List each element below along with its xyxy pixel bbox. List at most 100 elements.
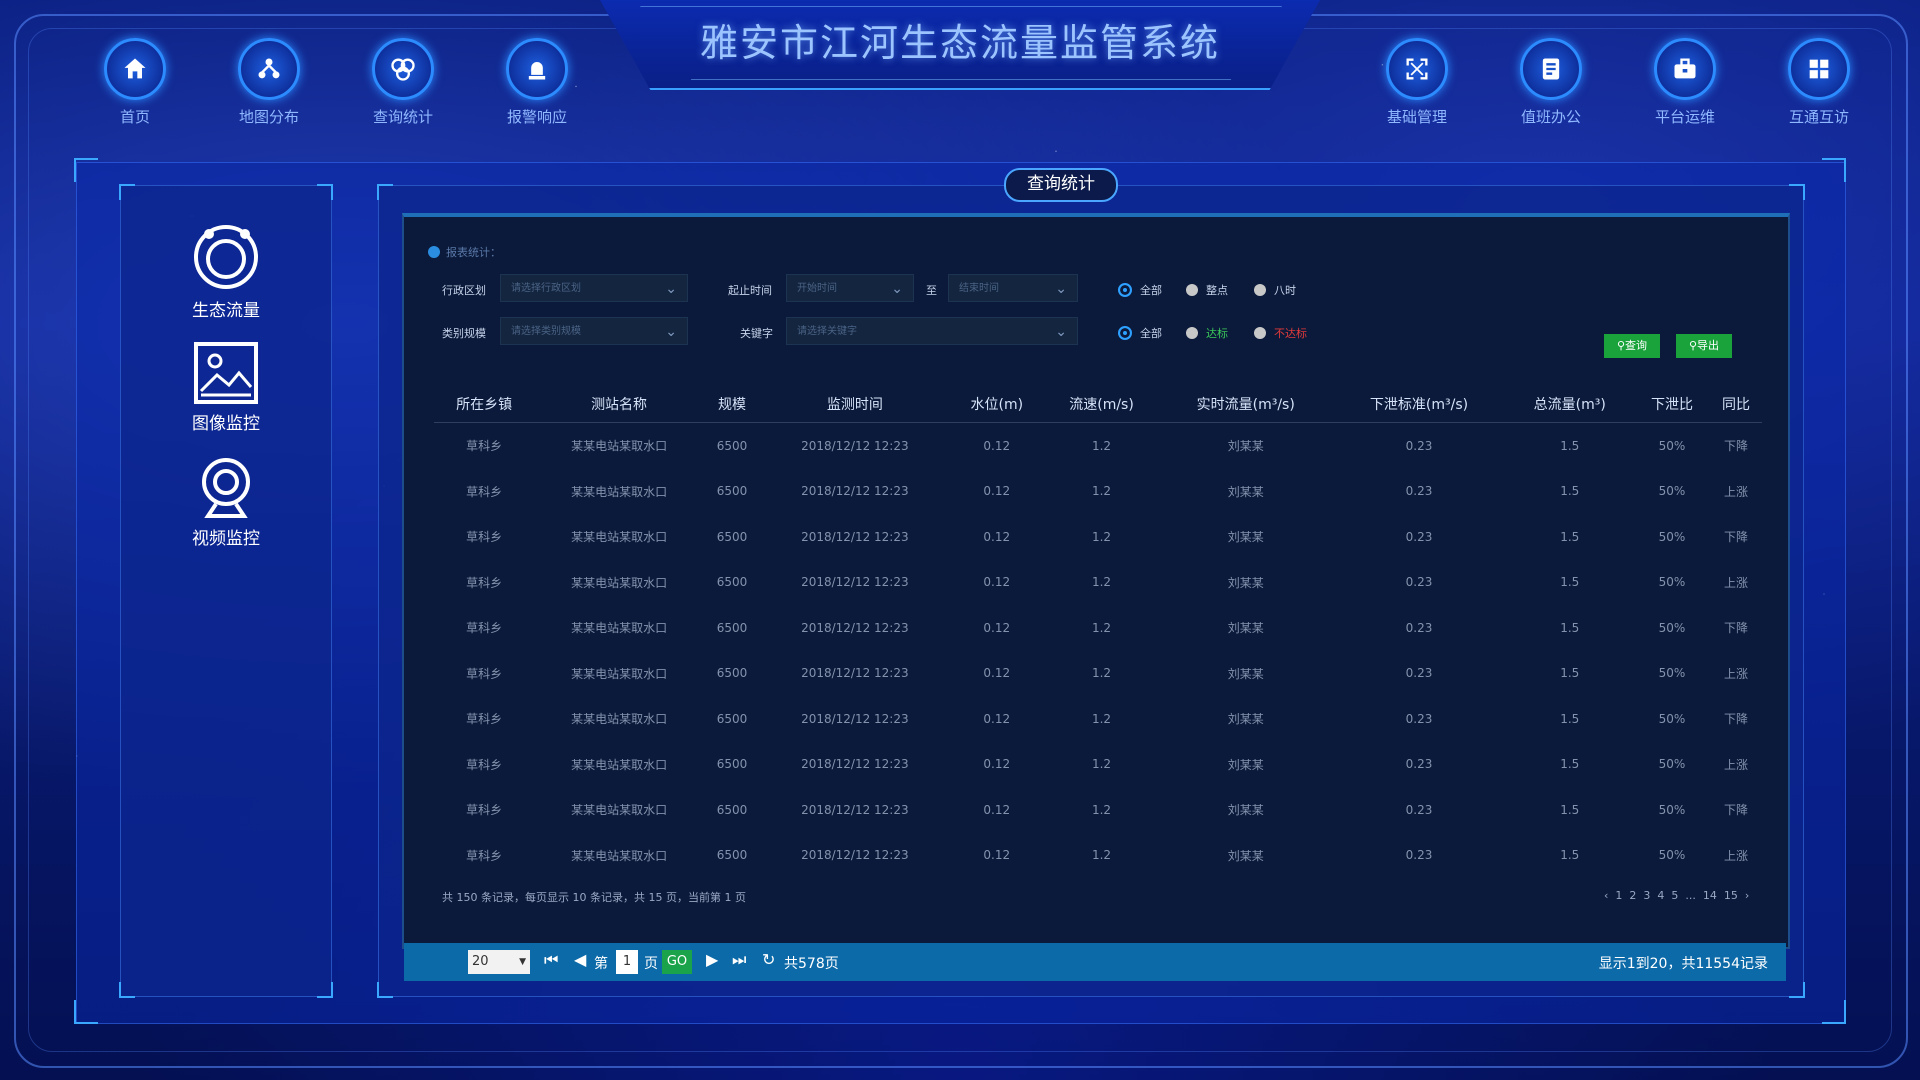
bottom-pager-bar (404, 943, 1786, 981)
sidebar-item-label: 视频监控 (192, 529, 260, 549)
table-cell: 6500 (716, 757, 748, 772)
nav-item-stats[interactable]: 查询统计 (336, 38, 470, 127)
radio-icon (1254, 327, 1266, 339)
status-radio-pass[interactable]: 达标 (1186, 325, 1228, 341)
column-header: 规模 (703, 386, 761, 423)
table-row[interactable]: 草科乡 某某电站某取水口 6500 2018/12/12 12:23 0.12 1.2 刘某… (434, 833, 1762, 879)
sidebar-item-video-monitoring[interactable]: 视频监控 (121, 456, 331, 549)
table-cell: 6500 (716, 711, 748, 726)
table-cell: 50% (1658, 802, 1686, 817)
end-time-select[interactable]: 结束时间 ⌄ (948, 274, 1078, 302)
radio-selected-icon (1118, 326, 1132, 340)
first-page-icon[interactable]: ⏮ (544, 950, 558, 970)
column-header: 下泄标准(m³/s) (1332, 386, 1506, 423)
page-link[interactable]: › (1745, 889, 1749, 902)
start-time-placeholder: 开始时间 (797, 283, 837, 294)
table-cell: 50% (1658, 757, 1686, 772)
keyword-select[interactable]: 请选择关键字 ⌄ (786, 317, 1078, 345)
table-cell: 草科乡 (466, 803, 503, 818)
page-link[interactable]: 4 (1657, 889, 1664, 902)
table-cell: 2018/12/12 12:23 (801, 711, 909, 726)
table-row[interactable]: 草科乡 某某电站某取水口 6500 2018/12/12 12:23 0.12 1.2 刘某… (434, 651, 1762, 697)
stats-icon (372, 38, 434, 100)
refresh-icon[interactable]: ↻ (762, 950, 775, 969)
chevron-down-icon: ⌄ (665, 324, 677, 340)
next-page-icon[interactable]: ▶ (706, 950, 718, 969)
corner-decoration (119, 982, 135, 998)
table-row[interactable]: 草科乡 某某电站某取水口 6500 2018/12/12 12:23 0.12 1.2 刘某… (434, 423, 1762, 469)
radio-selected-icon (1118, 283, 1132, 297)
time-range-label: 起止时间 (728, 284, 772, 297)
table-cell: 草科乡 (466, 439, 503, 454)
export-button[interactable]: ⚲导出 (1676, 334, 1732, 358)
nav-item-platform-ops[interactable]: 平台运维 (1618, 38, 1752, 127)
start-time-select[interactable]: 开始时间 ⌄ (786, 274, 914, 302)
nav-label: 报警响应 (506, 108, 567, 126)
sidebar-item-image-monitoring[interactable]: 图像监控 (121, 341, 331, 434)
table-cell: 草科乡 (466, 530, 503, 545)
go-button[interactable]: GO (662, 950, 692, 974)
status-radio-all[interactable]: 全部 (1118, 325, 1162, 341)
table-cell: 0.23 (1405, 848, 1433, 863)
last-page-icon[interactable]: ⏭ (732, 950, 746, 970)
nav-item-interconnect[interactable]: 互通互访 (1752, 38, 1886, 127)
time-radio-eight[interactable]: 八时 (1254, 282, 1296, 298)
page-link[interactable]: 1 (1615, 889, 1622, 902)
table-cell: 2018/12/12 12:23 (801, 575, 909, 590)
query-button[interactable]: ⚲查询 (1604, 334, 1660, 358)
table-row[interactable]: 草科乡 某某电站某取水口 6500 2018/12/12 12:23 0.12 1.2 刘某… (434, 787, 1762, 833)
page-link[interactable]: 3 (1643, 889, 1650, 902)
nav-item-alarm[interactable]: 报警响应 (470, 38, 604, 127)
table-row[interactable]: 草科乡 某某电站某取水口 6500 2018/12/12 12:23 0.12 1.2 刘某… (434, 514, 1762, 560)
status-radio-fail[interactable]: 不达标 (1254, 325, 1307, 341)
end-time-placeholder: 结束时间 (959, 283, 999, 294)
table-cell: 2018/12/12 12:23 (801, 438, 909, 453)
column-header: 总流量(m³) (1505, 386, 1634, 423)
page-link[interactable]: 2 (1629, 889, 1636, 902)
corner-decoration (1789, 184, 1805, 200)
table-row[interactable]: 草科乡 某某电站某取水口 6500 2018/12/12 12:23 0.12 1.2 刘某… (434, 469, 1762, 515)
page-link[interactable]: 15 (1724, 889, 1738, 902)
table-cell: 2018/12/12 12:23 (801, 484, 909, 499)
sidebar-item-ecological-flow[interactable]: 生态流量 (121, 222, 331, 321)
time-radio-all[interactable]: 全部 (1118, 282, 1162, 298)
corner-decoration (1789, 982, 1805, 998)
region-label: 行政区划 (442, 284, 486, 297)
range-separator: 至 (926, 284, 937, 297)
nav-item-basic-management[interactable]: 基础管理 (1350, 38, 1484, 127)
table-cell: 刘某某 (1227, 848, 1264, 863)
table-cell: 50% (1658, 848, 1686, 863)
table-cell: 50% (1658, 666, 1686, 681)
column-header: 流速(m/s) (1043, 386, 1160, 423)
table-cell: 1.5 (1560, 666, 1580, 681)
scale-select[interactable]: 请选择类别规模 ⌄ (500, 317, 688, 345)
table-cell: 上涨 (1724, 757, 1749, 772)
document-icon (1520, 38, 1582, 100)
report-icon (428, 246, 440, 258)
table-row[interactable]: 草科乡 某某电站某取水口 6500 2018/12/12 12:23 0.12 1.2 刘某… (434, 742, 1762, 788)
nav-item-home[interactable]: 首页 (68, 38, 202, 127)
radio-icon (1254, 284, 1266, 296)
prev-page-icon[interactable]: ◀ (574, 950, 586, 969)
time-radio-hourly[interactable]: 整点 (1186, 282, 1228, 298)
nav-item-map[interactable]: 地图分布 (202, 38, 336, 127)
page-link[interactable]: 14 (1703, 889, 1717, 902)
chevron-down-icon: ⌄ (665, 281, 677, 297)
page-link[interactable]: ... (1685, 889, 1696, 902)
table-row[interactable]: 草科乡 某某电站某取水口 6500 2018/12/12 12:23 0.12 1.2 刘某… (434, 696, 1762, 742)
corner-decoration (74, 158, 98, 182)
table-cell: 6500 (716, 484, 748, 499)
region-select[interactable]: 请选择行政区划 ⌄ (500, 274, 688, 302)
page-link[interactable]: 5 (1671, 889, 1678, 902)
nav-item-duty-office[interactable]: 值班办公 (1484, 38, 1618, 127)
scale-label: 类别规模 (442, 327, 486, 340)
page-link[interactable]: ‹ (1604, 889, 1608, 902)
table-cell: 0.12 (983, 802, 1011, 817)
table-row[interactable]: 草科乡 某某电站某取水口 6500 2018/12/12 12:23 0.12 1.2 刘某… (434, 605, 1762, 651)
page-number-input[interactable]: 1 (616, 950, 638, 974)
column-header: 实时流量(m³/s) (1159, 386, 1333, 423)
home-icon (104, 38, 166, 100)
table-cell: 0.23 (1405, 438, 1433, 453)
page-size-select[interactable]: 20 ▼ (468, 950, 530, 974)
table-row[interactable]: 草科乡 某某电站某取水口 6500 2018/12/12 12:23 0.12 1.2 刘某… (434, 560, 1762, 606)
